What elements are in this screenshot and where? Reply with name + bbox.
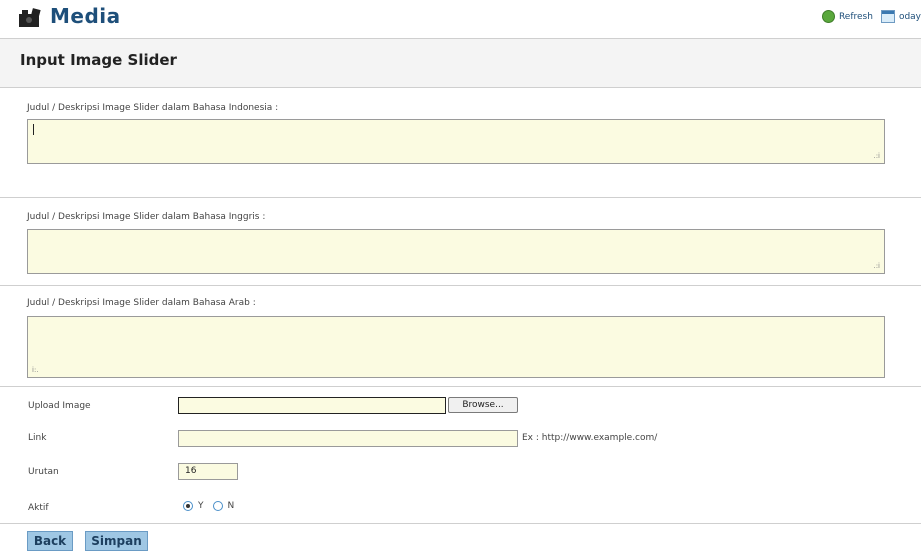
active-label: Aktif [28, 503, 49, 513]
desc-en-textarea[interactable]: .:i [27, 229, 885, 274]
page-title: Input Image Slider [20, 51, 177, 69]
section-header: Input Image Slider [0, 39, 921, 88]
resize-grip-icon[interactable]: .:i [873, 152, 880, 160]
upload-file-input[interactable] [178, 397, 446, 414]
app-title: Media [50, 4, 121, 28]
active-radio-group: Y N [183, 501, 234, 511]
link-label: Link [28, 433, 47, 443]
text-caret [33, 124, 34, 135]
refresh-link[interactable]: Refresh [839, 12, 873, 22]
desc-ar-textarea[interactable]: i:. [27, 316, 885, 378]
active-yes-label: Y [198, 501, 204, 511]
order-label: Urutan [28, 467, 59, 477]
active-no-label: N [227, 501, 235, 511]
link-input[interactable] [178, 430, 518, 447]
active-yes-radio[interactable] [183, 501, 193, 511]
divider [0, 285, 921, 286]
desc-en-label: Judul / Deskripsi Image Slider dalam Bah… [27, 212, 266, 222]
link-hint: Ex : http://www.example.com/ [522, 433, 658, 443]
today-link[interactable]: oday [899, 12, 921, 22]
calendar-icon[interactable] [880, 10, 895, 23]
active-no-radio[interactable] [212, 501, 223, 511]
top-actions: Refresh oday [821, 10, 921, 23]
divider [0, 197, 921, 198]
resize-grip-icon[interactable]: .:i [873, 262, 880, 270]
desc-id-label: Judul / Deskripsi Image Slider dalam Bah… [27, 103, 279, 113]
divider [0, 386, 921, 387]
top-bar: Media Refresh oday [0, 0, 921, 39]
desc-ar-label: Judul / Deskripsi Image Slider dalam Bah… [27, 298, 256, 308]
save-button[interactable]: Simpan [85, 531, 148, 551]
refresh-icon[interactable] [821, 10, 835, 23]
desc-id-textarea[interactable]: .:i [27, 119, 885, 164]
back-button[interactable]: Back [27, 531, 73, 551]
browse-button[interactable]: Browse... [448, 397, 518, 413]
upload-label: Upload Image [28, 401, 91, 411]
order-input[interactable]: 16 [178, 463, 238, 480]
camera-icon [19, 8, 41, 27]
divider [0, 523, 921, 524]
resize-grip-icon[interactable]: i:. [32, 366, 39, 374]
